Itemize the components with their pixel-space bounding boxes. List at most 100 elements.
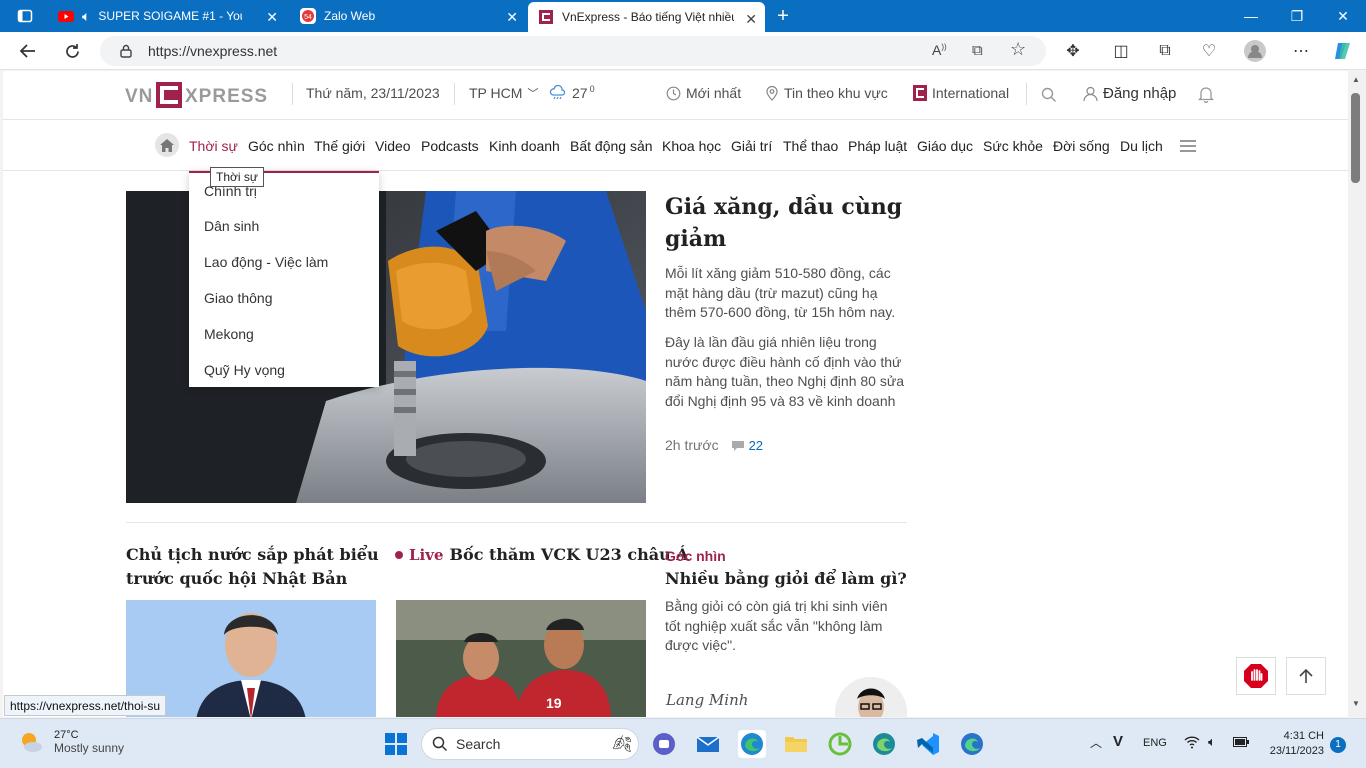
split-screen-icon[interactable]: ◫ [1110, 40, 1132, 62]
nav-phap-luat[interactable]: Pháp luật [848, 138, 907, 154]
dropdown-item-giao-thong[interactable]: Giao thông [204, 290, 273, 306]
favorite-star-icon[interactable]: ☆ [1010, 39, 1026, 60]
more-menu-icon[interactable]: ⋯ [1290, 40, 1312, 62]
regional-news-link[interactable]: Tin theo khu vực [765, 85, 888, 101]
weather-widget[interactable]: 27°C Mostly sunny [18, 729, 124, 755]
refresh-icon[interactable] [61, 40, 83, 62]
article-title[interactable]: Nhiều bằng giỏi để làm gì? [665, 567, 910, 591]
vnexpress-icon [539, 10, 553, 24]
scrollbar-thumb[interactable] [1351, 93, 1360, 183]
nav-bat-dong-san[interactable]: Bất động sản [570, 138, 653, 154]
tab-actions-icon[interactable] [14, 5, 36, 27]
nav-the-thao[interactable]: Thể thao [783, 138, 838, 154]
home-icon[interactable] [155, 133, 179, 157]
nav-giai-tri[interactable]: Giải trí [731, 138, 772, 154]
nav-kinh-doanh[interactable]: Kinh doanh [489, 138, 560, 154]
login-link[interactable]: Đăng nhập [1083, 85, 1176, 102]
extensions-icon[interactable]: ✥ [1062, 40, 1084, 62]
latest-news-link[interactable]: Mới nhất [666, 85, 741, 101]
tab-youtube[interactable]: 🔈︎ SUPER SOIGAME #1 - YouTube ✕ [48, 0, 286, 32]
vnexpress-logo[interactable]: VN XPRESS [125, 81, 277, 109]
profile-avatar-icon[interactable] [1244, 40, 1266, 62]
dropdown-item-dan-sinh[interactable]: Dân sinh [204, 218, 259, 234]
volume-icon[interactable]: 🔈︎ [1208, 734, 1216, 750]
battery-icon[interactable] [1233, 737, 1249, 747]
language-indicator[interactable]: ENG [1143, 737, 1167, 749]
address-bar[interactable]: https://vnexpress.net A)) ⧉ ☆ [100, 36, 1046, 66]
divider [1026, 83, 1027, 105]
nav-giao-duc[interactable]: Giáo dục [917, 138, 973, 154]
edge-app-icon[interactable] [738, 730, 766, 758]
back-icon[interactable] [17, 40, 39, 62]
nav-thoi-su[interactable]: Thời sự [189, 138, 238, 154]
nav-suc-khoe[interactable]: Sức khỏe [983, 138, 1043, 154]
search-icon[interactable] [1041, 87, 1057, 103]
author-name[interactable]: Lang Minh [666, 691, 748, 709]
nav-podcasts[interactable]: Podcasts [421, 138, 479, 154]
author-avatar[interactable] [835, 677, 907, 717]
notification-badge[interactable]: 1 [1330, 737, 1346, 753]
taskbar-search[interactable]: Search 🍂︎ [421, 728, 639, 760]
city-selector[interactable]: TP HCM ﹀ [469, 85, 538, 101]
dropdown-item-quy-hy-vong[interactable]: Quỹ Hy vọng [204, 362, 285, 378]
clock[interactable]: 4:31 CH 23/11/2023 [1262, 729, 1324, 759]
weather-widget[interactable]: 27 0 [549, 84, 595, 101]
nav-goc-nhin[interactable]: Góc nhìn [248, 138, 305, 154]
close-tab-icon[interactable]: ✕ [745, 11, 757, 28]
vietkey-icon[interactable]: V [1113, 733, 1123, 750]
dropdown-item-lao-dong[interactable]: Lao động - Việc làm [204, 254, 328, 270]
performance-icon[interactable]: ♡ [1198, 40, 1220, 62]
restore-icon[interactable]: ❐ [1274, 0, 1320, 32]
comment-icon [731, 440, 744, 451]
svg-text:54: 54 [304, 14, 312, 21]
lock-icon[interactable] [120, 44, 132, 58]
temperature: 27 [572, 85, 588, 101]
wifi-icon[interactable] [1184, 735, 1200, 749]
close-window-icon[interactable]: ✕ [1320, 0, 1366, 32]
vertical-scrollbar[interactable]: ▲ ▼ [1348, 71, 1366, 717]
app-available-icon[interactable]: ⧉ [972, 42, 983, 59]
international-link[interactable]: International [913, 85, 1009, 101]
vscode-icon[interactable] [914, 730, 942, 758]
tab-zalo[interactable]: 54 Zalo Web ✕ [290, 0, 526, 32]
menu-hamburger-icon[interactable] [1180, 140, 1196, 152]
meet-app-icon[interactable] [650, 730, 678, 758]
dropdown-item-mekong[interactable]: Mekong [204, 326, 254, 342]
minimize-icon[interactable]: — [1228, 0, 1274, 32]
nav-doi-song[interactable]: Đời sống [1053, 138, 1110, 154]
edge-beta-icon[interactable] [870, 730, 898, 758]
scroll-to-top-button[interactable] [1286, 657, 1326, 695]
notification-bell-icon[interactable] [1198, 86, 1214, 103]
cloud-rain-icon [549, 85, 566, 100]
comments-link[interactable]: 22 [731, 436, 763, 456]
close-tab-icon[interactable]: ✕ [506, 9, 518, 26]
adblock-button[interactable] [1236, 657, 1276, 695]
close-tab-icon[interactable]: ✕ [266, 9, 278, 26]
new-tab-icon[interactable]: + [772, 5, 794, 27]
svg-text:XPRESS: XPRESS [185, 86, 268, 107]
article-category[interactable]: Góc nhìn [665, 548, 726, 564]
weather-temp: 27°C [54, 729, 79, 741]
edge-dev-icon[interactable] [958, 730, 986, 758]
nav-khoa-hoc[interactable]: Khoa học [662, 138, 721, 154]
copilot-icon[interactable] [1332, 40, 1354, 62]
speaker-icon[interactable]: 🔈︎ [82, 8, 90, 25]
greenshot-app-icon[interactable] [826, 730, 854, 758]
url-text: https://vnexpress.net [148, 43, 278, 59]
collections-icon[interactable]: ⧉ [1154, 40, 1176, 62]
read-aloud-icon[interactable]: A)) [932, 42, 947, 58]
chevron-up-icon[interactable]: ︿ [1090, 734, 1102, 751]
tab-vnexpress[interactable]: VnExpress - Báo tiếng Việt nhiều người x… [528, 2, 765, 32]
file-explorer-icon[interactable] [782, 730, 810, 758]
live-article[interactable]: Live Bốc thăm VCK U23 châu Á [395, 543, 689, 567]
start-button[interactable] [382, 730, 410, 758]
nav-video[interactable]: Video [375, 138, 411, 154]
article-title[interactable]: Chủ tịch nước sắp phát biểu trước quốc h… [126, 543, 381, 591]
article-image[interactable]: 19 [396, 600, 646, 717]
city-label: TP HCM [469, 85, 523, 101]
main-article-title[interactable]: Giá xăng, dầu cùng giảm [665, 191, 905, 255]
nav-the-gioi[interactable]: Thế giới [314, 138, 365, 154]
mail-app-icon[interactable] [694, 730, 722, 758]
nav-du-lich[interactable]: Du lịch [1120, 138, 1163, 154]
login-label: Đăng nhập [1103, 85, 1177, 102]
